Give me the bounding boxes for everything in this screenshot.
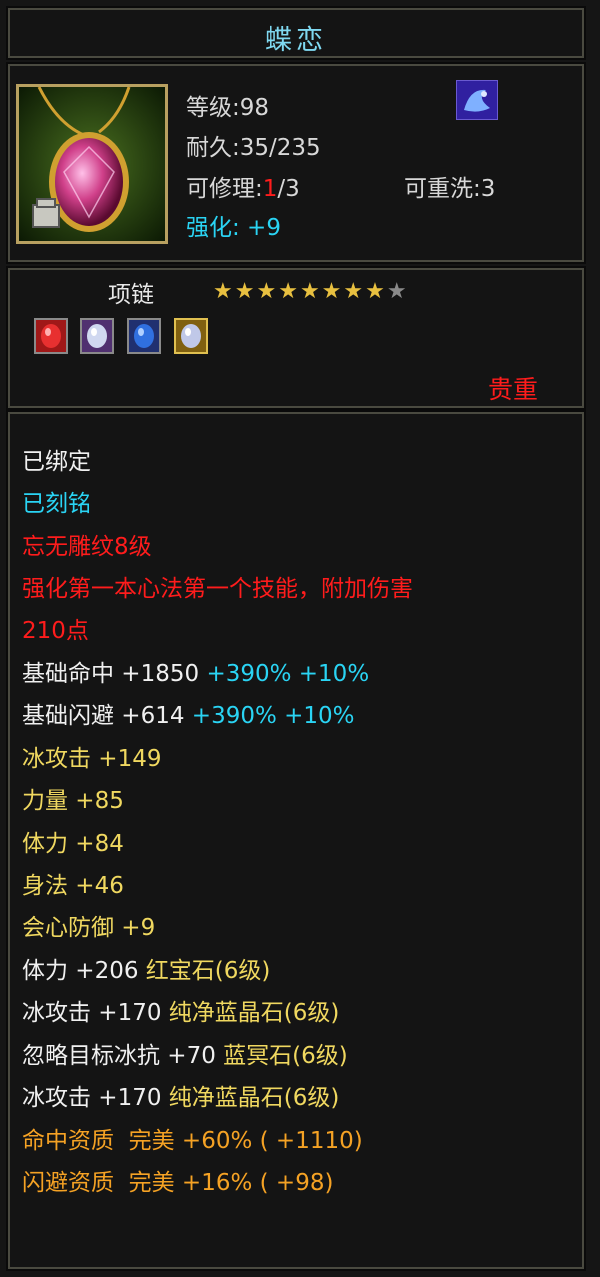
rarity-label: 贵重 — [488, 375, 539, 404]
item-type: 项链 — [108, 282, 154, 308]
star-icon: ★ — [278, 279, 300, 304]
stat-line: 身法 +46 — [22, 873, 124, 899]
carving-effect-cont: 210点 — [22, 618, 89, 644]
item-durability: 耐久:35/235 — [186, 135, 321, 161]
item-level: 等级:98 — [186, 95, 270, 121]
stat-line: 体力 +84 — [22, 831, 124, 857]
star-icon: ★ — [299, 279, 322, 304]
gem-stat-line: 体力 +206 红宝石(6级) — [22, 958, 271, 984]
star-icon: ★ — [213, 279, 235, 304]
item-enhance: 强化: +9 — [186, 215, 281, 241]
item-name: 蝶恋 — [265, 25, 327, 56]
item-tooltip: 蝶恋 等级:98 耐久:35/235 可修理:1/3 可重洗:3 强化: +9 … — [0, 0, 600, 1277]
stat-line: 基础闪避 +614 +390% +10% — [22, 703, 355, 729]
item-rewash: 可重洗:3 — [404, 176, 496, 202]
gem-stat-line: 冰攻击 +170 纯净蓝晶石(6级) — [22, 1000, 340, 1026]
bound-status: 已绑定 — [22, 449, 91, 475]
star-icon: ★ — [343, 279, 366, 304]
carving-name: 忘无雕纹8级 — [22, 534, 152, 560]
yellow-gem-icon[interactable] — [174, 318, 208, 354]
item-portrait[interactable] — [16, 84, 168, 244]
butterfly-icon — [455, 79, 499, 121]
necklace-icon — [19, 87, 165, 241]
blue-gem-icon[interactable] — [127, 318, 161, 354]
gem-stat-line: 冰攻击 +170 纯净蓝晶石(6级) — [22, 1085, 340, 1111]
stat-line: 冰攻击 +149 — [22, 746, 162, 772]
item-repair: 可修理:1/3 — [186, 176, 300, 202]
title-bar: 蝶恋 — [6, 6, 586, 60]
star-rating: ★★★★★★★★★ — [213, 279, 409, 304]
star-icon: ★ — [321, 279, 344, 304]
white-gem-icon[interactable] — [80, 318, 114, 354]
stat-line: 力量 +85 — [22, 788, 124, 814]
star-empty-icon: ★ — [386, 279, 409, 304]
star-icon: ★ — [234, 279, 257, 304]
stat-line: 基础命中 +1850 +390% +10% — [22, 661, 370, 687]
item-set-icon[interactable] — [455, 79, 499, 121]
stat-line: 会心防御 +9 — [22, 915, 156, 941]
aptitude-line: 闪避资质 完美 +16% ( +98) — [22, 1170, 334, 1196]
engraved-status: 已刻铭 — [22, 491, 91, 517]
carving-effect: 强化第一本心法第一个技能，附加伤害 — [22, 576, 413, 602]
star-icon: ★ — [256, 279, 279, 304]
red-gem-icon[interactable] — [34, 318, 68, 354]
gem-stat-line: 忽略目标冰抗 +70 蓝冥石(6级) — [22, 1043, 348, 1069]
star-icon: ★ — [365, 279, 387, 304]
aptitude-line: 命中资质 完美 +60% ( +1110) — [22, 1128, 363, 1154]
